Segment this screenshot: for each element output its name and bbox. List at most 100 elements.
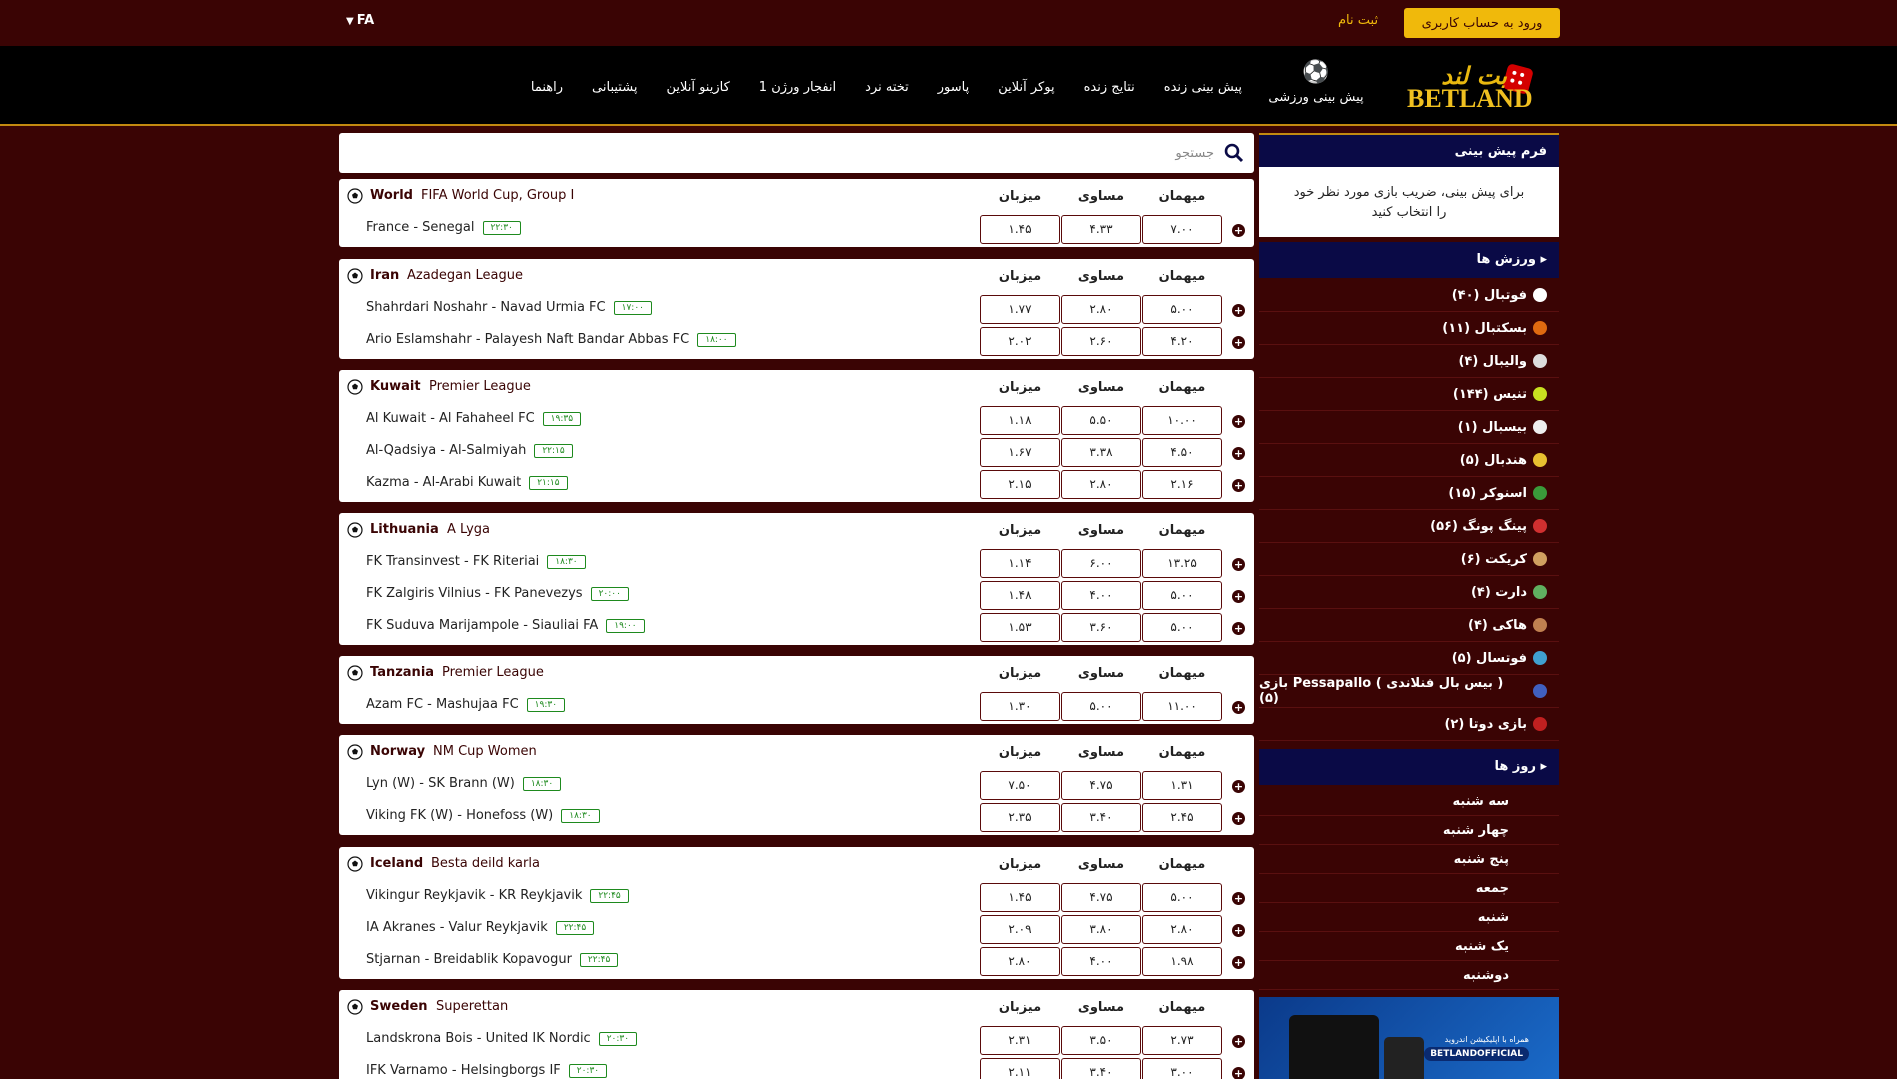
nav-item[interactable]: پاسور [938, 80, 969, 95]
nav-item[interactable]: انفجار ورژن 1 [759, 80, 836, 95]
sport-item[interactable]: دارت (۴) [1259, 576, 1559, 609]
league-country[interactable]: Iran [370, 268, 399, 283]
nav-item[interactable]: نتایج زنده [1084, 80, 1135, 95]
sport-item[interactable]: هندبال (۵) [1259, 444, 1559, 477]
plus-icon[interactable]: + [1232, 924, 1245, 937]
odd-host-button[interactable]: ۲.۳۵ [980, 803, 1060, 832]
league-name[interactable]: FIFA World Cup, Group I [421, 188, 574, 203]
match-teams[interactable]: FK Zalgiris Vilnius - FK Panevezys ۲۰:۰۰ [366, 586, 629, 601]
odd-away-button[interactable]: ۵.۰۰ [1142, 613, 1222, 642]
plus-icon[interactable]: + [1232, 956, 1245, 969]
league-country[interactable]: Tanzania [370, 665, 434, 680]
odd-draw-button[interactable]: ۳.۸۰ [1061, 915, 1141, 944]
league-name[interactable]: NM Cup Women [433, 744, 537, 759]
odd-draw-button[interactable]: ۳.۴۰ [1061, 1058, 1141, 1079]
day-item[interactable]: جمعه [1259, 874, 1559, 903]
plus-icon[interactable]: + [1232, 224, 1245, 237]
sport-item[interactable]: پینگ پونگ (۵۶) [1259, 510, 1559, 543]
language-selector[interactable]: ▼ FA [346, 13, 374, 28]
odd-away-button[interactable]: ۲.۸۰ [1142, 915, 1222, 944]
odd-draw-button[interactable]: ۳.۶۰ [1061, 613, 1141, 642]
nav-item[interactable]: تخته نرد [865, 80, 909, 95]
odd-draw-button[interactable]: ۳.۴۰ [1061, 803, 1141, 832]
sport-item[interactable]: بازی دوتا (۲) [1259, 708, 1559, 741]
sport-item[interactable]: فوتبال (۴۰) [1259, 279, 1559, 312]
league-country[interactable]: Norway [370, 744, 425, 759]
odd-host-button[interactable]: ۱.۳۰ [980, 692, 1060, 721]
days-header[interactable]: روز ها ▸ [1259, 749, 1559, 785]
login-button[interactable]: ورود به حساب کاربری [1404, 8, 1560, 38]
match-teams[interactable]: Viking FK (W) - Honefoss (W) ۱۸:۳۰ [366, 808, 600, 823]
odd-away-button[interactable]: ۴.۵۰ [1142, 438, 1222, 467]
plus-icon[interactable]: + [1232, 892, 1245, 905]
nav-item[interactable]: کازینو آنلاین [666, 80, 729, 95]
plus-icon[interactable]: + [1232, 590, 1245, 603]
plus-icon[interactable]: + [1232, 622, 1245, 635]
odd-draw-button[interactable]: ۴.۰۰ [1061, 947, 1141, 976]
match-teams[interactable]: IA Akranes - Valur Reykjavik ۲۲:۴۵ [366, 920, 595, 935]
betland-logo[interactable]: بت لند BETLAND [1405, 62, 1534, 114]
odd-away-button[interactable]: ۴.۲۰ [1142, 327, 1222, 356]
odd-host-button[interactable]: ۱.۴۸ [980, 581, 1060, 610]
odd-away-button[interactable]: ۱۰.۰۰ [1142, 406, 1222, 435]
league-name[interactable]: Premier League [442, 665, 544, 680]
day-item[interactable]: چهار شنبه [1259, 816, 1559, 845]
odd-draw-button[interactable]: ۲.۸۰ [1061, 470, 1141, 499]
sport-item[interactable]: والیبال (۴) [1259, 345, 1559, 378]
league-country[interactable]: Lithuania [370, 522, 439, 537]
odd-away-button[interactable]: ۱۱.۰۰ [1142, 692, 1222, 721]
match-teams[interactable]: Al-Qadsiya - Al-Salmiyah ۲۲:۱۵ [366, 443, 573, 458]
odd-draw-button[interactable]: ۴.۳۳ [1061, 215, 1141, 244]
odd-host-button[interactable]: ۲.۰۲ [980, 327, 1060, 356]
odd-away-button[interactable]: ۱.۳۱ [1142, 771, 1222, 800]
match-teams[interactable]: Ario Eslamshahr - Palayesh Naft Bandar A… [366, 332, 736, 347]
plus-icon[interactable]: + [1232, 447, 1245, 460]
odd-host-button[interactable]: ۱.۷۷ [980, 295, 1060, 324]
match-teams[interactable]: France - Senegal ۲۲:۳۰ [366, 220, 521, 235]
match-teams[interactable]: Landskrona Bois - United IK Nordic ۲۰:۳۰ [366, 1031, 638, 1046]
odd-away-button[interactable]: ۳.۰۰ [1142, 1058, 1222, 1079]
league-name[interactable]: Superettan [436, 999, 508, 1014]
league-country[interactable]: Sweden [370, 999, 428, 1014]
odd-away-button[interactable]: ۵.۰۰ [1142, 295, 1222, 324]
search-icon[interactable] [1224, 143, 1244, 163]
match-teams[interactable]: IFK Varnamo - Helsingborgs IF ۲۰:۳۰ [366, 1063, 608, 1078]
league-name[interactable]: Premier League [429, 379, 531, 394]
plus-icon[interactable]: + [1232, 336, 1245, 349]
day-item[interactable]: سه شنبه [1259, 787, 1559, 816]
odd-host-button[interactable]: ۱.۴۵ [980, 215, 1060, 244]
search-input[interactable] [374, 141, 1214, 165]
sport-item[interactable]: تنیس (۱۴۴) [1259, 378, 1559, 411]
register-link[interactable]: ثبت نام [1338, 13, 1378, 28]
nav-item[interactable]: راهنما [531, 80, 563, 95]
sport-item[interactable]: بیسبال (۱) [1259, 411, 1559, 444]
plus-icon[interactable]: + [1232, 780, 1245, 793]
plus-icon[interactable]: + [1232, 701, 1245, 714]
odd-draw-button[interactable]: ۴.۷۵ [1061, 771, 1141, 800]
league-name[interactable]: Besta deild karla [431, 856, 540, 871]
match-teams[interactable]: Stjarnan - Breidablik Kopavogur ۲۲:۴۵ [366, 952, 619, 967]
odd-away-button[interactable]: ۲.۴۵ [1142, 803, 1222, 832]
odd-host-button[interactable]: ۲.۳۱ [980, 1026, 1060, 1055]
odd-host-button[interactable]: ۱.۶۷ [980, 438, 1060, 467]
sport-item[interactable]: کریکت (۶) [1259, 543, 1559, 576]
sports-header[interactable]: ورزش ها ▸ [1259, 242, 1559, 278]
match-teams[interactable]: Shahrdari Noshahr - Navad Urmia FC ۱۷:۰۰ [366, 300, 652, 315]
odd-draw-button[interactable]: ۶.۰۰ [1061, 549, 1141, 578]
odd-host-button[interactable]: ۱.۱۸ [980, 406, 1060, 435]
odd-host-button[interactable]: ۲.۸۰ [980, 947, 1060, 976]
nav-item[interactable]: پشتیبانی [592, 80, 637, 95]
plus-icon[interactable]: + [1232, 479, 1245, 492]
league-country[interactable]: Iceland [370, 856, 423, 871]
day-item[interactable]: پنج شنبه [1259, 845, 1559, 874]
odd-away-button[interactable]: ۷.۰۰ [1142, 215, 1222, 244]
odd-draw-button[interactable]: ۲.۶۰ [1061, 327, 1141, 356]
nav-item[interactable]: پیش بینی زنده [1164, 80, 1242, 95]
plus-icon[interactable]: + [1232, 304, 1245, 317]
day-item[interactable]: یک شنبه [1259, 932, 1559, 961]
match-teams[interactable]: Azam FC - Mashujaa FC ۱۹:۳۰ [366, 697, 566, 712]
odd-host-button[interactable]: ۱.۴۵ [980, 883, 1060, 912]
nav-sport-betting[interactable]: ⚽ پیش بینی ورزشی [1268, 62, 1364, 106]
odd-host-button[interactable]: ۲.۱۱ [980, 1058, 1060, 1079]
odd-away-button[interactable]: ۱.۹۸ [1142, 947, 1222, 976]
